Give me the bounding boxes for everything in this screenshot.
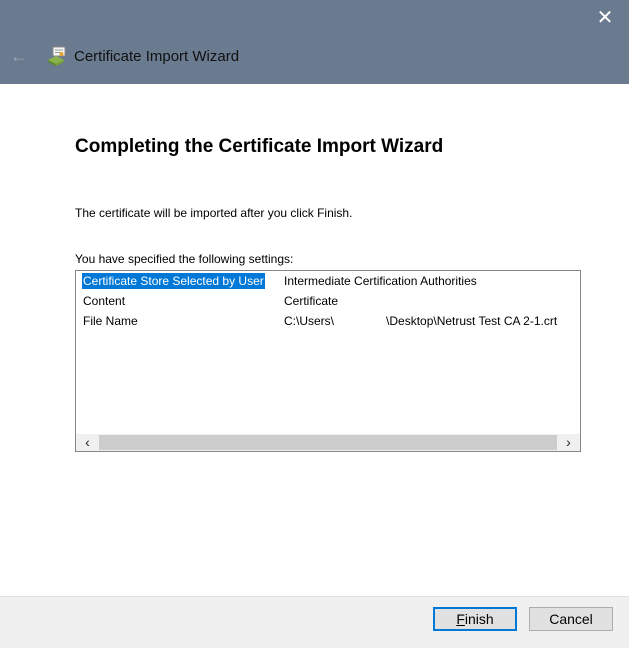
close-button[interactable]: ✕	[591, 6, 619, 30]
settings-rows: Certificate Store Selected by User Inter…	[76, 271, 580, 431]
settings-label: You have specified the following setting…	[75, 252, 294, 266]
settings-row-store[interactable]: Certificate Store Selected by User Inter…	[76, 271, 580, 291]
file-path-prefix: C:\Users\	[284, 314, 335, 328]
setting-key: Content	[83, 294, 126, 308]
setting-value: Certificate	[284, 294, 339, 308]
intro-text: The certificate will be imported after y…	[75, 206, 353, 220]
finish-label: inish	[464, 611, 494, 627]
footer-bar: Finish Cancel	[0, 596, 629, 648]
close-icon: ✕	[596, 7, 614, 29]
scroll-left-button[interactable]: ‹	[79, 434, 96, 451]
setting-value: C:\Users\ \Desktop\Netrust Test CA 2-1.cr…	[284, 311, 557, 331]
chevron-right-icon: ›	[566, 434, 571, 450]
finish-button[interactable]: Finish	[433, 607, 517, 631]
settings-list[interactable]: Certificate Store Selected by User Inter…	[75, 270, 581, 452]
horizontal-scrollbar[interactable]: ‹ ›	[76, 434, 580, 451]
settings-row-file-name[interactable]: File Name C:\Users\ \Desktop\Netrust Test…	[76, 311, 580, 331]
back-arrow-icon: ←	[10, 46, 28, 66]
cancel-button[interactable]: Cancel	[529, 607, 613, 631]
scroll-right-button[interactable]: ›	[560, 434, 577, 451]
setting-key: Certificate Store Selected by User	[82, 273, 265, 289]
finish-accelerator: F	[456, 611, 465, 627]
title-bar: ✕ ← Certificate Import Wizard	[0, 0, 629, 84]
file-path-suffix: \Desktop\Netrust Test CA 2-1.crt	[386, 314, 558, 328]
page-heading: Completing the Certificate Import Wizard	[75, 136, 444, 157]
setting-key: File Name	[83, 314, 138, 328]
window-title: Certificate Import Wizard	[74, 48, 240, 65]
chevron-left-icon: ‹	[85, 434, 90, 450]
settings-row-content[interactable]: Content Certificate	[76, 291, 580, 311]
certificate-icon	[48, 46, 66, 66]
back-button[interactable]: ←	[8, 45, 30, 67]
scroll-thumb[interactable]	[99, 435, 557, 450]
wizard-content: Completing the Certificate Import Wizard…	[0, 84, 629, 596]
certificate-import-wizard-window: ✕ ← Certificate Import Wizard Completing…	[0, 0, 629, 648]
setting-value: Intermediate Certification Authorities	[284, 274, 477, 288]
